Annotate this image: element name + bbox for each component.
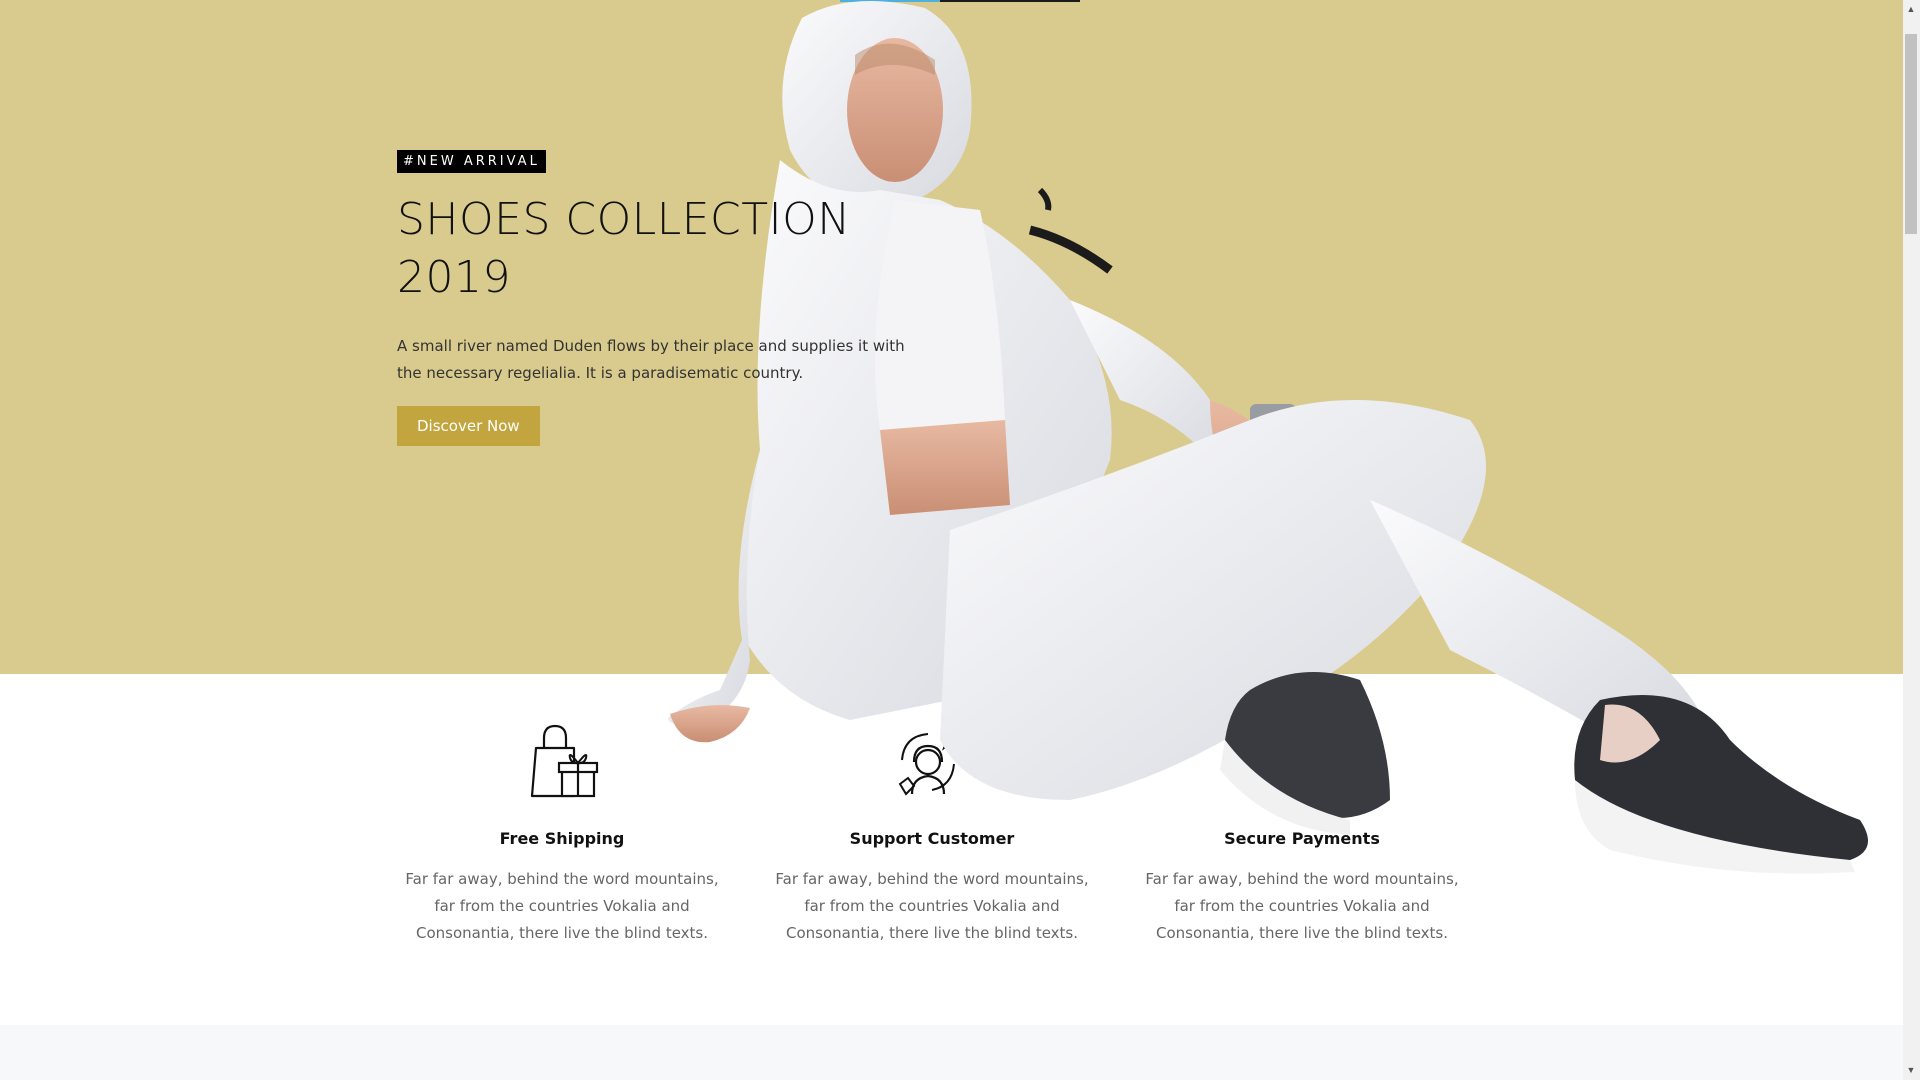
shopping-bag-gift-icon [530, 724, 599, 798]
slider-indicator[interactable] [840, 0, 1080, 2]
customer-support-icon [898, 723, 969, 796]
hero-content: #NEW ARRIVAL SHOES COLLECTION 2019 A sma… [397, 150, 917, 446]
feature-free-shipping: Free Shipping Far far away, behind the w… [397, 720, 727, 947]
scroll-up-arrow-icon[interactable]: ▲ [1905, 2, 1917, 16]
hero-title-line2: 2019 [397, 252, 511, 303]
feature-title: Secure Payments [1224, 829, 1380, 848]
new-arrival-badge: #NEW ARRIVAL [397, 150, 546, 173]
secure-payment-icon [1266, 732, 1338, 790]
next-section-band [0, 1025, 1903, 1080]
feature-text: Far far away, behind the word mountains,… [1145, 870, 1459, 942]
feature-text: Far far away, behind the word mountains,… [405, 870, 719, 942]
page: #NEW ARRIVAL SHOES COLLECTION 2019 A sma… [0, 0, 1903, 1080]
scroll-down-arrow-icon[interactable]: ▼ [1905, 1063, 1917, 1077]
feature-title: Free Shipping [499, 829, 625, 848]
features-section: Free Shipping Far far away, behind the w… [397, 720, 1507, 980]
hero-section [0, 0, 1903, 674]
scrollbar-thumb[interactable] [1905, 34, 1917, 234]
feature-text: Far far away, behind the word mountains,… [775, 870, 1089, 942]
hero-title-line1: SHOES COLLECTION [397, 194, 851, 245]
hero-title: SHOES COLLECTION 2019 [397, 191, 917, 307]
hero-description: A small river named Duden flows by their… [397, 337, 905, 382]
feature-secure-payments: Secure Payments Far far away, behind the… [1137, 720, 1467, 947]
feature-support-customer: Support Customer Far far away, behind th… [767, 720, 1097, 947]
feature-title: Support Customer [849, 829, 1015, 848]
discover-now-button[interactable]: Discover Now [397, 406, 540, 446]
